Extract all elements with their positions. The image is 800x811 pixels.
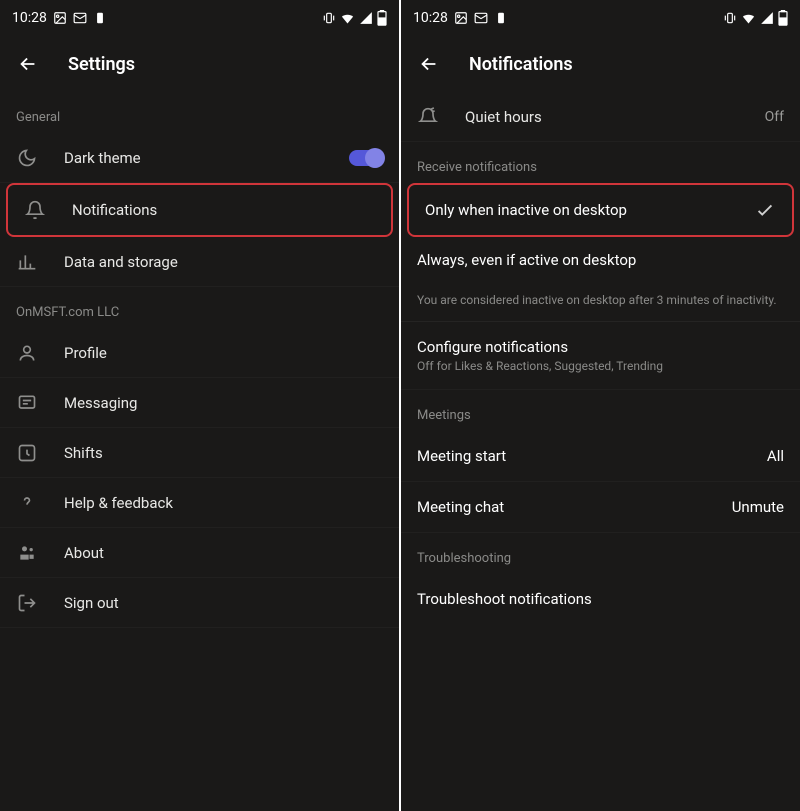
notifications-screen: 10:28 Notifications Quiet hours Off Rece… [401,0,800,811]
person-icon [16,342,38,364]
about-label: About [64,544,383,562]
back-button[interactable] [417,52,441,76]
configure-label: Configure notifications [417,338,784,356]
help-label: Help & feedback [64,494,383,512]
wifi-icon [741,11,756,26]
note-icon [93,11,107,25]
status-bar: 10:28 [0,0,399,36]
image-icon [53,11,67,25]
inactive-option-highlight: Only when inactive on desktop [407,183,794,237]
vibrate-icon [723,11,737,25]
troubleshoot-label: Troubleshoot notifications [417,590,592,608]
troubleshoot-row[interactable]: Troubleshoot notifications [401,574,800,624]
data-storage-label: Data and storage [64,253,383,271]
data-storage-row[interactable]: Data and storage [0,237,399,287]
chart-icon [16,251,38,273]
moon-icon [16,147,38,169]
quiet-bell-icon [417,106,439,128]
mail-icon [474,11,488,25]
clock-time: 10:28 [413,10,448,26]
messaging-label: Messaging [64,394,383,412]
bell-icon [24,199,46,221]
configure-notifications-row[interactable]: Configure notifications Off for Likes & … [401,322,800,390]
notifications-highlight: Notifications [6,183,393,237]
image-icon [454,11,468,25]
dark-theme-row[interactable]: Dark theme [0,133,399,183]
about-row[interactable]: About [0,528,399,578]
meeting-start-value: All [767,447,784,465]
clock-time: 10:28 [12,10,47,26]
signout-label: Sign out [64,594,383,612]
signout-row[interactable]: Sign out [0,578,399,628]
inactive-helper-text: You are considered inactive on desktop a… [401,283,800,322]
meeting-start-label: Meeting start [417,447,506,465]
section-general: General [0,92,399,133]
wifi-icon [340,11,355,26]
shifts-label: Shifts [64,444,383,462]
signout-icon [16,592,38,614]
check-icon [754,199,776,221]
note-icon [494,11,508,25]
meeting-chat-label: Meeting chat [417,498,504,516]
battery-icon [377,10,387,26]
status-bar: 10:28 [401,0,800,36]
option-inactive-label: Only when inactive on desktop [425,201,627,219]
quiet-hours-value: Off [765,109,784,125]
notifications-label: Notifications [72,201,375,219]
clock-icon [16,442,38,464]
messaging-row[interactable]: Messaging [0,378,399,428]
question-icon [16,492,38,514]
app-bar: Notifications [401,36,800,92]
meeting-chat-row[interactable]: Meeting chat Unmute [401,482,800,533]
profile-row[interactable]: Profile [0,328,399,378]
meeting-chat-value: Unmute [732,498,784,516]
quiet-hours-row[interactable]: Quiet hours Off [401,92,800,142]
dark-theme-toggle[interactable] [349,150,383,166]
section-org: OnMSFT.com LLC [0,287,399,328]
signal-icon [359,11,373,25]
dark-theme-label: Dark theme [64,149,323,167]
vibrate-icon [322,11,336,25]
section-receive: Receive notifications [401,142,800,183]
profile-label: Profile [64,344,383,362]
settings-screen: 10:28 Settings General Dark theme [0,0,399,811]
notifications-row[interactable]: Notifications [8,185,391,235]
section-meetings: Meetings [401,390,800,431]
page-title: Settings [68,54,135,75]
shifts-row[interactable]: Shifts [0,428,399,478]
app-bar: Settings [0,36,399,92]
message-icon [16,392,38,414]
signal-icon [760,11,774,25]
help-row[interactable]: Help & feedback [0,478,399,528]
configure-sublabel: Off for Likes & Reactions, Suggested, Tr… [417,359,784,373]
back-button[interactable] [16,52,40,76]
option-inactive-desktop[interactable]: Only when inactive on desktop [409,185,792,235]
option-always-desktop[interactable]: Always, even if active on desktop [401,237,800,283]
teams-icon [16,542,38,564]
battery-icon [778,10,788,26]
meeting-start-row[interactable]: Meeting start All [401,431,800,482]
option-always-label: Always, even if active on desktop [417,251,636,269]
section-troubleshoot: Troubleshooting [401,533,800,574]
mail-icon [73,11,87,25]
page-title: Notifications [469,54,573,75]
quiet-hours-label: Quiet hours [465,108,739,126]
